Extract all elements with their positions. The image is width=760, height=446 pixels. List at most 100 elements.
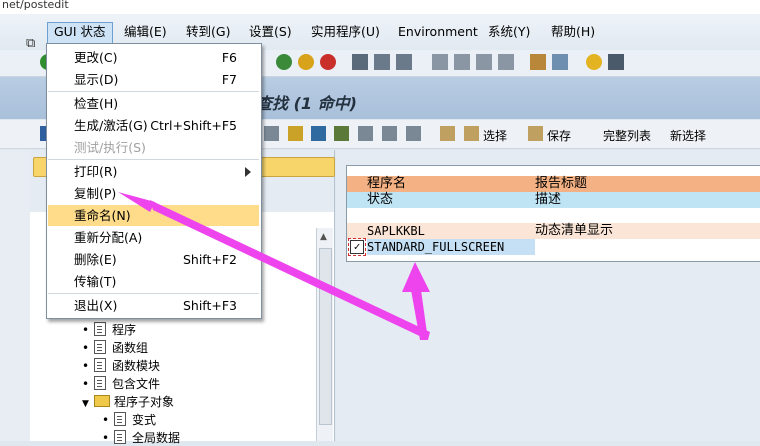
menu-environment[interactable]: Environment [392,22,484,42]
help-icon[interactable] [586,54,602,70]
tree-item-variant[interactable]: • 变式 [102,411,156,428]
document-icon [94,340,106,354]
menu-item-shortcut: Ctrl+Shift+F5 [150,118,237,133]
export-icon[interactable] [406,126,421,141]
tree-item-label: 全局数据 [132,431,181,445]
menu-item-shortcut: Shift+F2 [182,252,237,267]
bullet: • [102,431,110,445]
find-next-icon[interactable] [396,54,412,70]
menu-gui-status[interactable]: GUI 状态 [47,22,113,44]
menu-item-print[interactable]: 打印(R) [48,161,259,182]
menu-separator [48,91,259,92]
next-page-icon[interactable] [476,54,492,70]
menu-separator [48,159,259,160]
tree-item-label: 变式 [132,413,157,427]
header-description: 描述 [535,192,562,207]
select-icon[interactable] [440,126,455,141]
header-program-name: 程序名 [367,176,407,191]
tree-item-function-module[interactable]: • 函数模块 [82,357,160,374]
menu-help[interactable]: 帮助(H) [545,22,601,42]
exit-icon[interactable] [298,54,314,70]
document-icon [114,412,126,426]
program-name-cell: STANDARD_FULLSCREEN [367,239,535,255]
menu-item-exit[interactable]: 退出(X) Shift+F3 [48,295,259,316]
table-row-selected[interactable]: ✓ STANDARD_FULLSCREEN [347,238,760,256]
back-icon[interactable] [276,54,292,70]
save-icon[interactable] [528,126,543,141]
layout-icon[interactable] [358,126,373,141]
first-page-icon[interactable] [432,54,448,70]
menu-goto[interactable]: 转到(G) [180,22,236,42]
table-row[interactable]: SAPLKKBL 动态清单显示 [347,223,760,239]
menu-item-copy[interactable]: 复制(P) [48,183,259,204]
header-row-2: 状态 描述 [347,192,760,208]
display-icon[interactable] [264,126,279,141]
url-fragment: net/postedit [0,0,760,14]
document-icon [94,322,106,336]
tree-item-program[interactable]: • 程序 [82,321,136,338]
menu-settings[interactable]: 设置(S) [243,22,298,42]
menu-item-generate-activate[interactable]: 生成/激活(G) Ctrl+Shift+F5 [48,115,259,136]
previous-page-icon[interactable] [454,54,470,70]
menu-utilities[interactable]: 实用程序(U) [305,22,386,42]
menu-item-label: 重新分配(A) [74,230,143,245]
select-button[interactable]: 选择 [483,127,507,144]
document-icon [94,376,106,390]
print-icon[interactable] [352,54,368,70]
expand-arrow-icon[interactable]: ▼ [82,399,94,409]
tree-item-program-subobjects[interactable]: ▼ 程序子对象 [82,393,174,410]
folder-icon [94,395,110,407]
header-status: 状态 [367,192,394,207]
bullet: • [102,413,110,427]
menu-item-label: 生成/激活(G) [74,118,148,133]
tree-item-include[interactable]: • 包含文件 [82,375,160,392]
last-page-icon[interactable] [498,54,514,70]
new-session-icon[interactable] [530,54,546,70]
menu-item-transport[interactable]: 传输(T) [48,271,259,292]
menu-item-check[interactable]: 检查(H) [48,93,259,114]
menu-item-label: 更改(C) [74,50,118,65]
submenu-arrow-icon [245,167,251,177]
system-menu-icon[interactable]: ⧉ [26,36,35,51]
bullet: • [82,377,90,391]
shortcut-icon[interactable] [552,54,568,70]
tree-scrollbar[interactable]: ▲ [316,228,333,441]
select-all-icon[interactable] [464,126,479,141]
gui-status-dropdown: 更改(C) F6 显示(D) F7 检查(H) 生成/激活(G) Ctrl+Sh… [46,43,262,319]
header-report-title: 报告标题 [535,176,588,191]
funnel-icon[interactable] [382,126,397,141]
tree-item-label: 程序 [112,323,137,337]
menu-item-display[interactable]: 显示(D) F7 [48,69,259,90]
filter-icon[interactable] [288,126,303,141]
menu-item-test-execute: 测试/执行(S) [48,137,259,158]
scroll-up-icon[interactable]: ▲ [320,232,327,242]
menu-item-label: 删除(E) [74,252,117,267]
report-title-cell: 动态清单显示 [535,223,614,238]
menu-item-shortcut: F6 [221,50,237,65]
save-button[interactable]: 保存 [547,127,571,144]
bullet: • [82,323,90,337]
menu-item-label: 传输(T) [74,274,117,289]
menu-edit[interactable]: 编辑(E) [118,22,173,42]
results-list: 程序名 报告标题 状态 描述 SAPLKKBL 动态清单显示 ✓ STANDAR… [346,165,760,262]
tree-item-global-data[interactable]: • 全局数据 [102,429,180,446]
refresh-icon[interactable] [311,126,326,141]
menu-item-reassign[interactable]: 重新分配(A) [48,227,259,248]
row-checkbox[interactable]: ✓ [348,238,366,256]
find-icon[interactable] [374,54,390,70]
sum-icon[interactable] [334,126,349,141]
document-icon [94,358,106,372]
menu-system[interactable]: 系统(Y) [482,22,536,42]
full-list-button[interactable]: 完整列表 [603,127,651,144]
menu-item-shortcut: F7 [221,72,237,87]
new-selection-button[interactable]: 新选择 [670,127,706,144]
menu-item-change[interactable]: 更改(C) F6 [48,47,259,68]
tree-item-label: 函数组 [112,341,149,355]
cancel-icon[interactable] [320,54,336,70]
tree-item-function-group[interactable]: • 函数组 [82,339,148,356]
layout-menu-icon[interactable] [608,54,624,70]
menu-item-rename[interactable]: 重命名(N) [48,205,259,226]
scroll-thumb[interactable] [319,248,332,425]
tree-item-label: 程序子对象 [114,395,175,409]
menu-item-delete[interactable]: 删除(E) Shift+F2 [48,249,259,270]
